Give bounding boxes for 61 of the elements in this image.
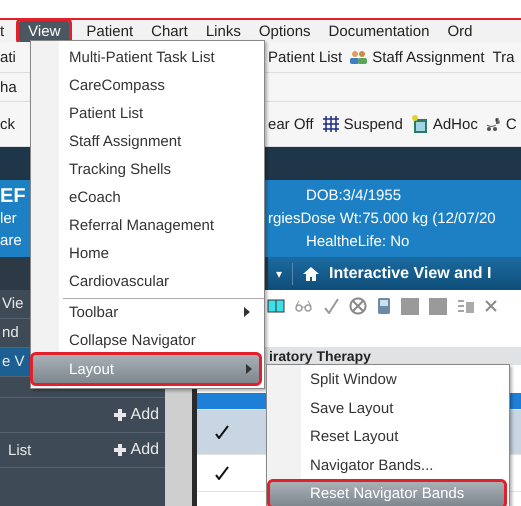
toolbar-button[interactable]: ear Off — [268, 116, 314, 132]
toolbar-button[interactable]: ati — [0, 48, 30, 66]
menu-item[interactable]: Reset Layout — [267, 423, 509, 452]
list-icon[interactable] — [457, 298, 475, 314]
menu-item[interactable]: Multi-Patient Task List — [31, 43, 264, 71]
add-button[interactable]: Add — [114, 406, 159, 424]
dob-text: DOB:3/4/1955 — [305, 186, 402, 206]
menu-item[interactable]: Home — [31, 239, 264, 267]
home-icon[interactable] — [303, 266, 320, 280]
submenu-arrow-icon — [246, 364, 252, 374]
section-label: List — [8, 442, 32, 458]
close-icon[interactable] — [485, 300, 497, 312]
dose-weight-text: Dose Wt:75.000 kg (12/07/20 — [300, 209, 496, 229]
menu-item[interactable]: Staff Assignment — [31, 127, 264, 155]
device-icon[interactable] — [377, 297, 391, 315]
menu-item[interactable]: Referral Management — [31, 211, 264, 239]
menu-item[interactable]: Links — [196, 20, 250, 42]
band-title: Interactive View and I — [329, 264, 492, 282]
split-icon[interactable] — [267, 299, 285, 313]
menu-item[interactable]: Patient — [77, 20, 142, 42]
toolbar-button[interactable]: Staff Assignment — [372, 48, 485, 66]
menu-item[interactable]: Documentation — [320, 20, 438, 42]
dropdown-caret[interactable]: ▾ — [276, 266, 282, 280]
submenu-arrow-icon — [244, 307, 250, 317]
toolbar-button[interactable]: ck — [0, 116, 30, 132]
menu-item[interactable]: View — [19, 20, 70, 42]
cart-icon[interactable] — [486, 116, 502, 132]
glasses-icon[interactable] — [295, 300, 313, 312]
menu-item[interactable]: Tracking Shells — [31, 155, 264, 183]
toolbar-button[interactable]: AdHoc — [432, 116, 478, 132]
menu-item[interactable]: Ord — [438, 20, 482, 42]
banner-text: are — [0, 231, 23, 251]
menu-item[interactable]: Save Layout — [267, 394, 509, 423]
people-icon[interactable] — [350, 50, 368, 64]
menu-item[interactable]: Navigator Bands... — [267, 452, 509, 480]
clipboard-icon[interactable] — [410, 115, 429, 133]
healthelife-text: HealtheLife: No — [305, 232, 410, 252]
toolbar-button[interactable]: ha — [0, 78, 30, 96]
menu-item[interactable]: eCoach — [31, 183, 264, 211]
plus-icon — [114, 444, 126, 456]
add-button[interactable]: Add — [114, 441, 159, 459]
toolbar-button[interactable]: C — [506, 116, 517, 132]
menu-item[interactable]: Chart — [142, 20, 197, 42]
plus-icon — [114, 409, 126, 421]
menu-item[interactable]: Split Window — [267, 366, 509, 394]
check-icon[interactable] — [323, 298, 339, 314]
allergies-text: rgies — [268, 209, 301, 229]
menu-item[interactable]: Cardiovascular — [31, 267, 264, 295]
toolbar-button[interactable]: Tra — [492, 48, 514, 66]
menu-item[interactable]: CareCompass — [31, 71, 264, 99]
toolbar-button[interactable]: Suspend — [344, 116, 403, 132]
toolbar-button[interactable]: Patient List — [268, 48, 342, 66]
folder-icon[interactable] — [401, 297, 419, 315]
cancel-icon[interactable] — [349, 297, 367, 315]
banner-text: ler — [0, 209, 18, 229]
menu-item[interactable]: Options — [250, 20, 320, 42]
square-icon[interactable] — [429, 297, 447, 315]
grid-icon[interactable] — [322, 115, 340, 133]
menu-item[interactable]: t — [0, 20, 14, 42]
menu-item[interactable]: Patient List — [31, 99, 264, 127]
banner-text: EF — [0, 184, 27, 208]
